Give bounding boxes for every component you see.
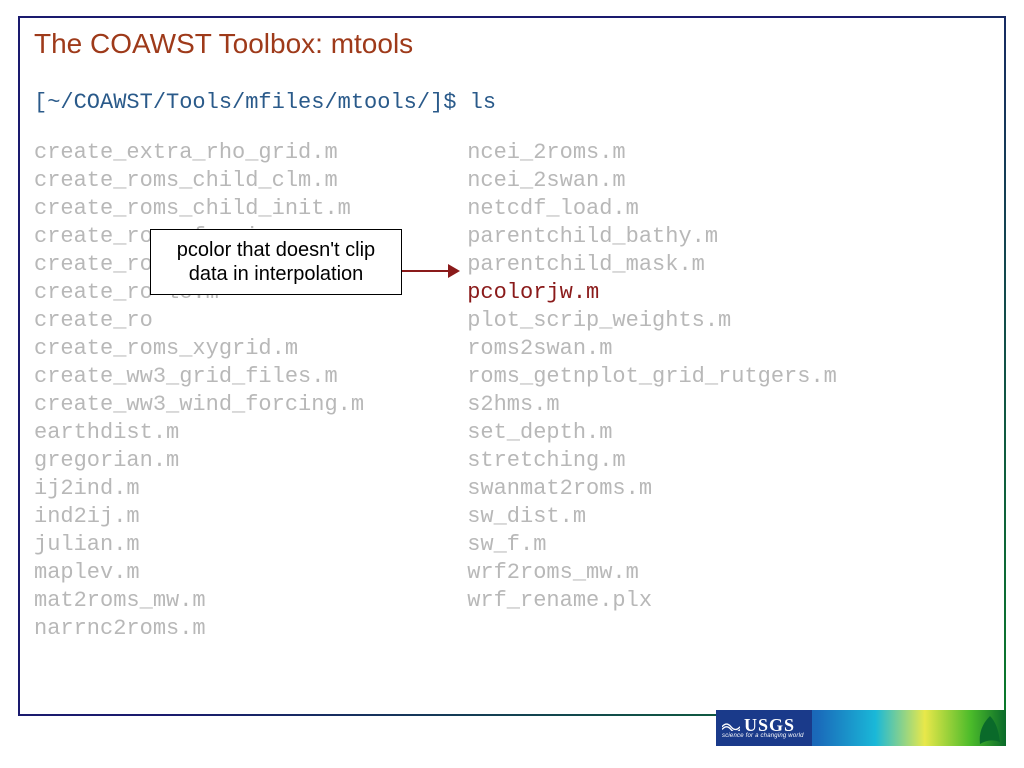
- file-item: wrf_rename.plx: [467, 587, 967, 615]
- file-item: roms_getnplot_grid_rutgers.m: [467, 363, 967, 391]
- leaf-icon: [976, 712, 1004, 746]
- file-item: sw_f.m: [467, 531, 967, 559]
- file-item: create_ro: [34, 307, 454, 335]
- callout-arrow-head: [448, 264, 460, 278]
- file-item: wrf2roms_mw.m: [467, 559, 967, 587]
- file-item: set_depth.m: [467, 419, 967, 447]
- file-item: create_roms_child_clm.m: [34, 167, 454, 195]
- file-item: parentchild_mask.m: [467, 251, 967, 279]
- file-item-highlighted: pcolorjw.m: [467, 279, 967, 307]
- file-item: create_ww3_wind_forcing.m: [34, 391, 454, 419]
- file-item: create_ww3_grid_files.m: [34, 363, 454, 391]
- file-item: julian.m: [34, 531, 454, 559]
- file-item: ncei_2swan.m: [467, 167, 967, 195]
- footer-banner: USGS science for a changing world: [716, 710, 1006, 746]
- usgs-logo: USGS science for a changing world: [716, 710, 812, 746]
- callout-box: pcolor that doesn't clip data in interpo…: [150, 229, 402, 295]
- shell-prompt: [~/COAWST/Tools/mfiles/mtools/]$ ls: [20, 60, 1004, 115]
- file-item: s2hms.m: [467, 391, 967, 419]
- file-item: roms2swan.m: [467, 335, 967, 363]
- slide-frame: The COAWST Toolbox: mtools [~/COAWST/Too…: [18, 16, 1006, 716]
- file-item: create_roms_xygrid.m: [34, 335, 454, 363]
- file-item: earthdist.m: [34, 419, 454, 447]
- file-item: sw_dist.m: [467, 503, 967, 531]
- file-item: ij2ind.m: [34, 475, 454, 503]
- file-item: parentchild_bathy.m: [467, 223, 967, 251]
- listing-col-1: create_extra_rho_grid.mcreate_roms_child…: [34, 139, 454, 643]
- file-item: plot_scrip_weights.m: [467, 307, 967, 335]
- file-listing: create_extra_rho_grid.mcreate_roms_child…: [20, 115, 1004, 643]
- file-item: ind2ij.m: [34, 503, 454, 531]
- file-item: maplev.m: [34, 559, 454, 587]
- file-item: mat2roms_mw.m: [34, 587, 454, 615]
- file-item: create_extra_rho_grid.m: [34, 139, 454, 167]
- file-item: netcdf_load.m: [467, 195, 967, 223]
- listing-col-2: ncei_2roms.mncei_2swan.mnetcdf_load.mpar…: [467, 139, 967, 615]
- usgs-wave-icon: [722, 719, 740, 731]
- file-item: gregorian.m: [34, 447, 454, 475]
- file-item: narrnc2roms.m: [34, 615, 454, 643]
- file-item: ncei_2roms.m: [467, 139, 967, 167]
- file-item: create_roms_child_init.m: [34, 195, 454, 223]
- usgs-tagline: science for a changing world: [722, 733, 804, 739]
- file-item: stretching.m: [467, 447, 967, 475]
- slide-title: The COAWST Toolbox: mtools: [20, 18, 1004, 60]
- file-item: swanmat2roms.m: [467, 475, 967, 503]
- usgs-name: USGS: [744, 717, 795, 733]
